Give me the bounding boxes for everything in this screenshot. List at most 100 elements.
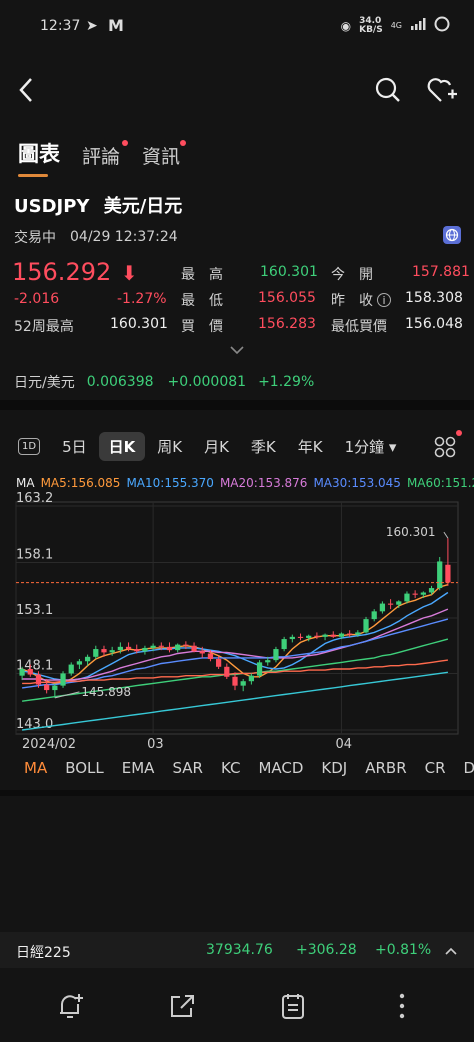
indicator-ema[interactable]: EMA [122,759,155,777]
tab-comments[interactable]: 評論 [82,140,129,175]
high-value: 160.301 [260,264,318,280]
bottom-toolbar [0,968,474,1042]
ticker-expand-button[interactable] [444,944,458,960]
heart-plus-icon [427,78,457,102]
share-button[interactable] [168,992,196,1024]
tab-chart[interactable]: 圖表 [18,138,60,177]
tab-chart-label: 圖表 [18,142,60,166]
session-status: 交易中 [14,230,56,246]
navigation-arrow-icon: ➤ [86,18,98,34]
price-change: -2.016 [14,291,60,307]
candle-body [371,611,377,620]
candle-body [134,649,140,652]
candle-body [437,561,443,589]
indicator-ma[interactable]: MA [24,759,47,777]
candle-body [60,673,66,686]
indicator-kc[interactable]: KC [221,759,241,777]
period-1d[interactable]: 1D [18,438,41,455]
indicator-sar[interactable]: SAR [172,759,202,777]
mail-app-icon: M [108,16,124,35]
candle-body [142,647,148,652]
notification-dot [122,140,129,146]
candlestick-chart[interactable]: 163.2158.1153.1148.1143.02024/02 03 04160.… [0,492,474,754]
candle-body [428,588,435,593]
y-tick-label: 158.1 [16,548,53,563]
period-5d[interactable]: 5日 [52,432,97,461]
candle-body [183,644,189,646]
open-label: 今 開 [331,267,373,283]
period-minute-dropdown[interactable]: 1分鐘 ▾ [335,432,407,461]
y-tick-label: 153.1 [16,603,53,618]
tab-news-label: 資訊 [142,146,181,168]
low-annotation-label: 145.898 [81,685,131,699]
indicator-kdj[interactable]: KDJ [321,759,347,777]
candle-body [273,649,279,661]
period-quarterly[interactable]: 季K [241,432,286,461]
candle-body [216,659,222,667]
candle-body [191,645,197,652]
candle-body [338,633,345,637]
candle-body [379,603,386,612]
candle-body [330,634,336,637]
globe-icon [445,228,459,242]
ma30-legend: MA30:153.045 [313,476,401,490]
high-label: 最 高 [181,267,223,283]
indicator-dmi[interactable]: DMI [464,759,474,777]
price-alert-button[interactable] [57,992,85,1024]
week52-value: 160.301 [110,316,168,332]
candle-body [224,666,230,677]
candle-body [420,592,426,595]
info-icon[interactable]: i [377,293,391,307]
signal-label: 4G [390,21,402,30]
open-value: 157.881 [412,264,470,280]
period-daily[interactable]: 日K [98,432,146,461]
chart-settings-button[interactable] [434,430,462,462]
tab-comments-label: 評論 [82,146,121,168]
instrument-title: USDJPY 美元/日元 [14,192,182,218]
candle-body [27,669,33,675]
indicator-arbr[interactable]: ARBR [365,759,406,777]
period-monthly[interactable]: 月K [194,432,239,461]
candle-body [445,564,451,583]
x-tick-label: 2024/02 [22,737,76,752]
prev-close-label: 昨 收 [331,293,373,309]
inverse-pair-change-pct: +1.29% [258,374,315,390]
candle-body [84,656,91,662]
low-value: 156.055 [258,290,316,306]
notes-button[interactable] [279,992,307,1024]
more-button[interactable] [398,992,406,1024]
network-speed-unit: KB/S [359,24,383,35]
candle-body [314,635,320,637]
indicator-cr[interactable]: CR [425,759,446,777]
candle-body [322,634,328,637]
instrument-name: 美元/日元 [103,196,183,217]
y-tick-label: 143.0 [16,717,53,732]
candle-body [199,651,205,654]
location-icon: ◉ [340,18,352,33]
ma-legend-title: MA [16,476,35,490]
status-bar: 12:37 ➤ M ◉ 34.0 KB/S 4G [0,0,474,52]
globe-button[interactable] [443,226,461,244]
week52-label: 52周最高 [14,319,74,335]
bid-label: 買 價 [181,319,223,335]
candle-body [207,653,214,660]
back-button[interactable] [8,72,44,108]
candle-body [125,646,132,650]
indicator-boll[interactable]: BOLL [65,759,104,777]
inverse-pair-row[interactable]: 日元/美元 0.006398 +0.000081 +1.29% [14,372,314,392]
period-weekly[interactable]: 周K [147,432,192,461]
market-ticker[interactable]: 日經225 37934.76 +306.28 +0.81% [0,932,474,970]
prev-close-label-group: 昨 收 i [331,290,391,310]
add-favorite-button[interactable] [424,72,460,108]
bell-plus-icon [60,994,83,1018]
current-price-value: 156.292 [12,258,112,286]
tab-news[interactable]: 資訊 [142,140,187,175]
search-button[interactable] [370,72,406,108]
ma20-legend: MA20:153.876 [219,476,308,490]
price-change-pct: -1.27% [117,291,167,307]
indicator-macd[interactable]: MACD [258,759,303,777]
period-yearly[interactable]: 年K [288,432,333,461]
candle-body [117,646,123,651]
candle-body [404,593,410,602]
expand-button[interactable] [229,340,245,359]
